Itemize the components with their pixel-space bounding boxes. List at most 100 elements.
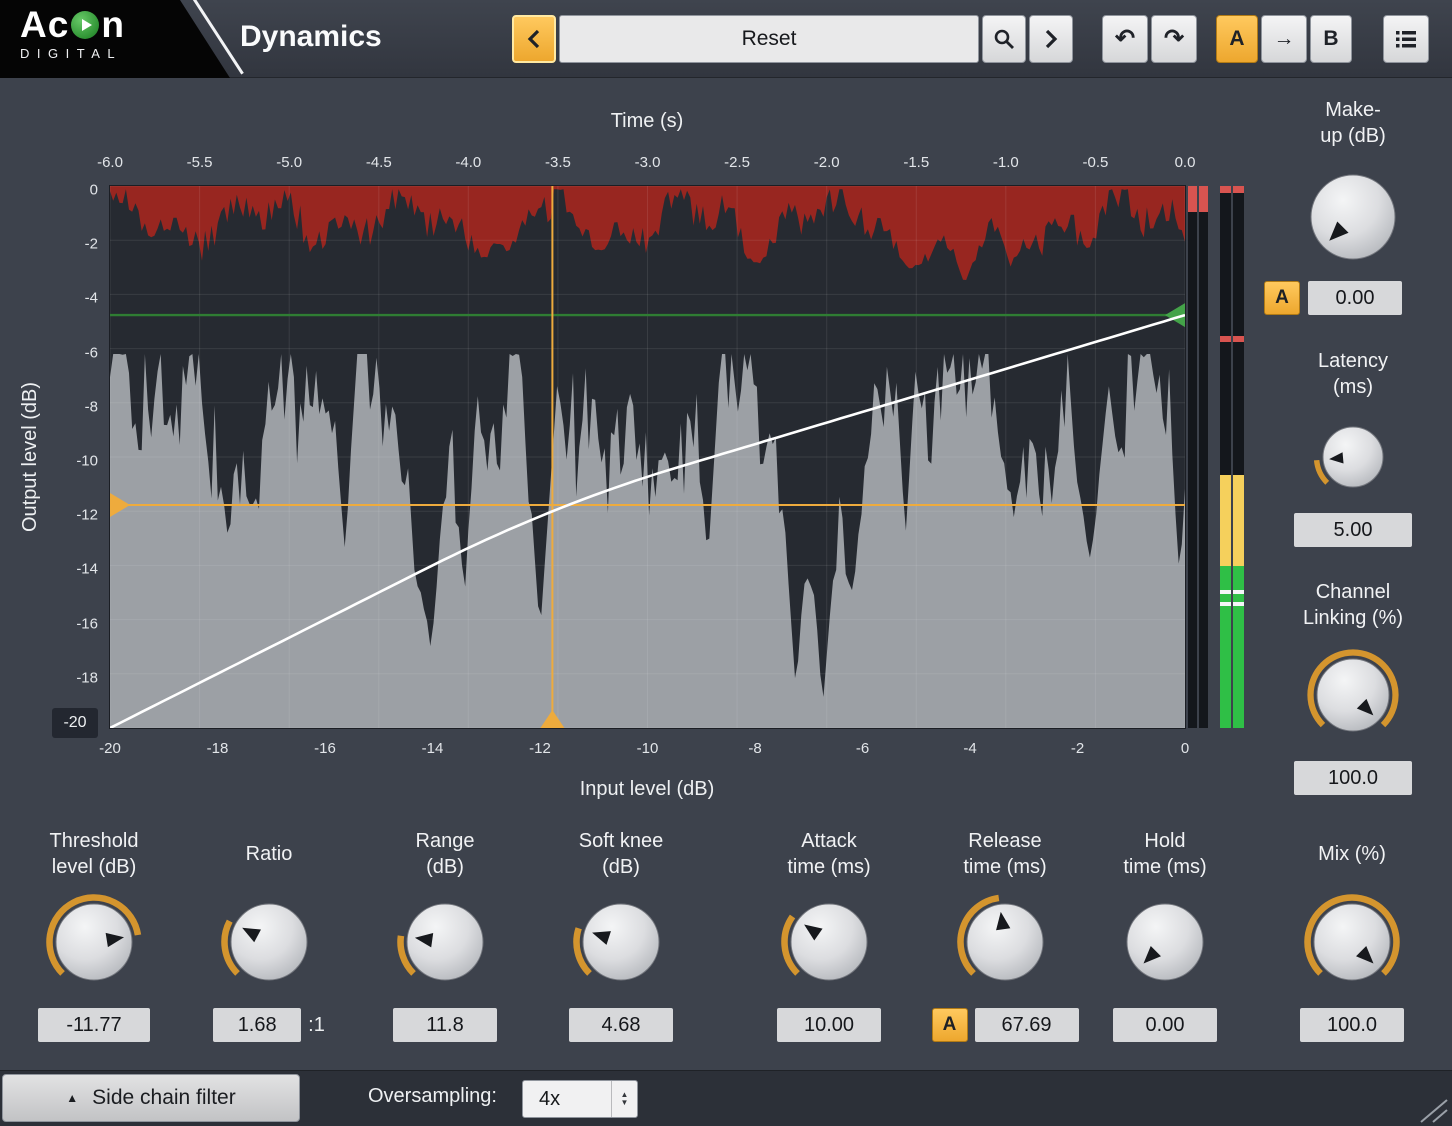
input-axis-ticks: -20-18-16-14-12-10-8-6-4-20: [110, 740, 1185, 758]
latency-value[interactable]: 5.00: [1294, 513, 1412, 547]
peak-mark: [1233, 602, 1244, 606]
threshold-value[interactable]: -11.77: [38, 1008, 150, 1042]
oversampling-label: Oversampling:: [368, 1085, 497, 1108]
makeup-label: Make-up (dB): [1252, 97, 1452, 149]
axis-tick: -5.0: [276, 154, 302, 171]
spinner-arrows-icon[interactable]: ▲▼: [611, 1081, 637, 1117]
menu-button[interactable]: [1383, 15, 1429, 63]
knob-body: [583, 904, 659, 980]
axis-tick: -18: [207, 740, 229, 757]
axis-tick: -4.5: [366, 154, 392, 171]
attack-value[interactable]: 10.00: [777, 1008, 881, 1042]
channel-linking-value[interactable]: 100.0: [1294, 761, 1412, 795]
axis-tick: 0: [90, 182, 98, 199]
knob-body: [1317, 659, 1389, 731]
meter-track: [1199, 186, 1208, 728]
axis-tick: -14: [76, 561, 98, 578]
soft-knee-label: Soft knee(dB): [511, 826, 731, 882]
axis-tick: -4: [85, 290, 98, 307]
preset-bar: Reset: [512, 15, 1073, 63]
axis-tick: -1.5: [903, 154, 929, 171]
output-axis-corner-tick: -20: [52, 708, 98, 738]
axis-tick: -2.5: [724, 154, 750, 171]
makeup-auto-button[interactable]: A: [1264, 281, 1300, 315]
clip-indicator: [1220, 186, 1231, 193]
soft-knee-knob[interactable]: [511, 892, 731, 992]
makeup-knob[interactable]: [1301, 165, 1405, 274]
knob-body: [56, 904, 132, 980]
oversampling-select[interactable]: 4x ▲▼: [522, 1080, 638, 1118]
undo-button[interactable]: ↶: [1102, 15, 1148, 63]
plugin-title: Dynamics: [240, 20, 382, 54]
resize-grip[interactable]: [1413, 1095, 1449, 1123]
next-preset-button[interactable]: [1029, 15, 1073, 63]
axis-tick: -10: [76, 453, 98, 470]
menu-group: [1383, 15, 1429, 63]
list-menu-icon: [1394, 28, 1418, 50]
latency-label: Latency(ms): [1252, 348, 1452, 400]
soft-knee-value[interactable]: 4.68: [569, 1008, 673, 1042]
arrow-right-icon: →: [1274, 27, 1295, 51]
side-chain-filter-button[interactable]: ▲ Side chain filter: [2, 1074, 300, 1122]
redo-button[interactable]: ↷: [1151, 15, 1197, 63]
brand-post: n: [101, 6, 125, 44]
axis-tick: 0: [1181, 740, 1189, 757]
chevron-right-icon: [1043, 28, 1059, 50]
knob-body: [1127, 904, 1203, 980]
previous-preset-button[interactable]: [512, 15, 556, 63]
axis-tick: -16: [76, 615, 98, 632]
axis-tick: -12: [529, 740, 551, 757]
ratio-value[interactable]: 1.68: [213, 1008, 301, 1042]
knob-body: [407, 904, 483, 980]
axis-tick: -3.5: [545, 154, 571, 171]
oversampling-value: 4x: [523, 1088, 611, 1111]
preset-search-button[interactable]: [982, 15, 1026, 63]
mix-knob[interactable]: [1242, 892, 1452, 992]
axis-tick: -0.5: [1082, 154, 1108, 171]
brand-subtitle: DIGITAL: [20, 46, 125, 61]
knob-group-soft-knee: Soft knee(dB) 4.68: [511, 826, 731, 1042]
axis-tick: -4: [963, 740, 976, 757]
undo-icon: ↶: [1115, 27, 1135, 51]
axis-tick: -16: [314, 740, 336, 757]
axis-tick: -14: [422, 740, 444, 757]
parameter-knob-row: Thresholdlevel (dB)-11.77Ratio1.68:1Rang…: [0, 826, 1452, 1056]
knob-body: [1314, 904, 1390, 980]
knob-group-mix: Mix (%)100.0: [1242, 826, 1452, 1042]
side-chain-filter-label: Side chain filter: [92, 1086, 236, 1110]
channel-linking-knob[interactable]: [1307, 649, 1399, 746]
axis-tick: -10: [637, 740, 659, 757]
peak-mark: [1233, 590, 1244, 594]
latency-knob[interactable]: [1313, 417, 1393, 502]
mix-value[interactable]: 100.0: [1300, 1008, 1404, 1042]
play-icon: [82, 19, 92, 31]
preset-name-display[interactable]: Reset: [559, 15, 979, 63]
knob-body: [1323, 427, 1383, 487]
ratio-suffix: :1: [308, 1014, 325, 1037]
meter-warn-segment: [1233, 475, 1244, 566]
meter-warn-segment: [1220, 475, 1231, 566]
dynamics-plugin-window: Acn DIGITAL Dynamics Reset ↶ ↷ A →: [0, 0, 1452, 1126]
axis-tick: -8: [748, 740, 761, 757]
axis-tick: -1.0: [993, 154, 1019, 171]
ab-slot-a-button[interactable]: A: [1216, 15, 1258, 63]
knob-body: [791, 904, 867, 980]
acon-digital-logo: Acn DIGITAL: [0, 0, 234, 78]
chevron-left-icon: [526, 28, 542, 50]
level-meters: [1188, 186, 1246, 728]
hold-value[interactable]: 0.00: [1113, 1008, 1217, 1042]
axis-tick: -2: [1071, 740, 1084, 757]
makeup-value[interactable]: 0.00: [1308, 281, 1402, 315]
range-value[interactable]: 11.8: [393, 1008, 497, 1042]
dynamics-transfer-graph[interactable]: [110, 186, 1185, 728]
channel-linking-label: ChannelLinking (%): [1252, 579, 1452, 631]
ab-slot-b-button[interactable]: B: [1310, 15, 1352, 63]
release-auto-button[interactable]: A: [932, 1008, 968, 1042]
axis-tick: -3.0: [635, 154, 661, 171]
axis-tick: -6: [85, 344, 98, 361]
output-axis-ticks: 0-2-4-6-8-10-12-14-16-18: [56, 186, 98, 728]
knob-body: [1311, 175, 1395, 259]
ab-copy-button[interactable]: →: [1261, 15, 1307, 63]
ab-compare-group: A → B: [1216, 15, 1352, 63]
clip-indicator: [1188, 186, 1197, 212]
